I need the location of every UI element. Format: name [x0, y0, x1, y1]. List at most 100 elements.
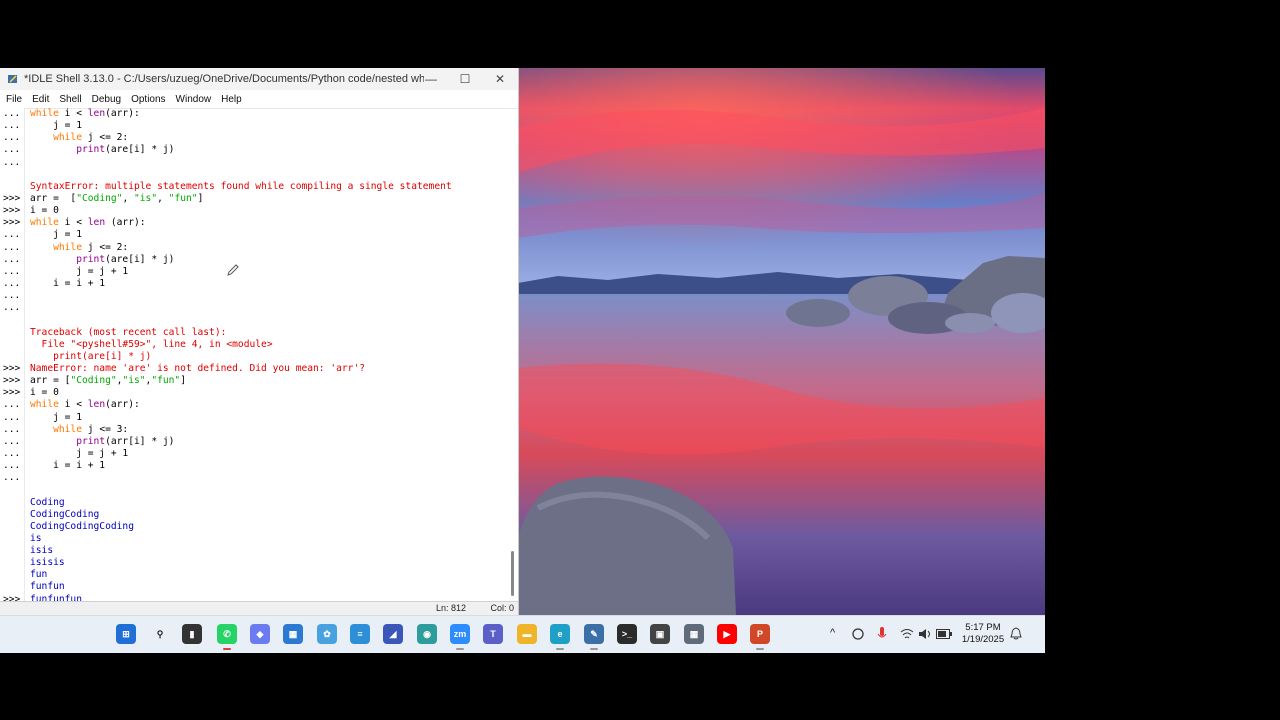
- shell-line: arr = ["Coding","is","fun"]: [30, 375, 508, 387]
- edge-alt-icon[interactable]: ◉: [417, 624, 437, 644]
- prompt-marker: >>>: [3, 192, 21, 204]
- wifi-icon[interactable]: [900, 628, 914, 640]
- prompt-marker: [0, 533, 24, 545]
- code-token: print: [76, 144, 106, 156]
- shell-line: File "<pyshell#59>", line 4, in <module>: [30, 339, 508, 351]
- code-token: Traceback (most recent call last):: [30, 326, 227, 338]
- powerpoint-icon[interactable]: P: [750, 624, 770, 644]
- clock[interactable]: 5:17 PM 1/19/2025: [958, 622, 1008, 646]
- terminal-icon[interactable]: >_: [617, 624, 637, 644]
- teams-icon[interactable]: T: [483, 624, 503, 644]
- zoom-icon[interactable]: zm: [450, 624, 470, 644]
- running-indicator: [556, 648, 564, 650]
- shell-line: Coding: [30, 497, 508, 509]
- code-token: CodingCodingCoding: [30, 520, 134, 532]
- code-token: "fun": [168, 192, 198, 204]
- prompt-marker: ...: [3, 290, 21, 302]
- menu-shell[interactable]: Shell: [59, 94, 81, 105]
- code-token: len: [87, 399, 106, 411]
- photos-icon[interactable]: ▣: [650, 624, 670, 644]
- code-token: is: [30, 532, 42, 544]
- prompt-marker: ...: [3, 411, 21, 423]
- battery-icon[interactable]: [936, 629, 952, 639]
- shell-line: arr = ["Coding", "is", "fun"]: [30, 193, 508, 205]
- prompt-marker: [0, 557, 24, 569]
- tray-chevron-icon[interactable]: ^: [830, 627, 835, 639]
- vscode-like-icon[interactable]: ◢: [383, 624, 403, 644]
- code-token: (arr):: [105, 399, 140, 411]
- notepad-icon[interactable]: ≡: [350, 624, 370, 644]
- shell-line: i = 0: [30, 205, 508, 217]
- whatsapp-icon[interactable]: ✆: [217, 624, 237, 644]
- calculator-icon[interactable]: ▦: [684, 624, 704, 644]
- code-token: "is": [134, 192, 158, 204]
- menu-window[interactable]: Window: [176, 94, 212, 105]
- code-token: "Coding": [70, 375, 117, 387]
- youtube-icon[interactable]: ▶: [717, 624, 737, 644]
- shell-line: CodingCoding: [30, 509, 508, 521]
- vertical-scrollbar[interactable]: [510, 108, 516, 601]
- code-token: arr = [: [30, 192, 77, 204]
- running-indicator: [456, 648, 464, 650]
- code-token: (arr):: [105, 108, 140, 119]
- idle-shell-window[interactable]: *IDLE Shell 3.13.0 - C:/Users/uzueg/OneD…: [0, 68, 519, 617]
- prompt-marker: ...: [3, 399, 21, 411]
- title-bar[interactable]: *IDLE Shell 3.13.0 - C:/Users/uzueg/OneD…: [0, 68, 518, 90]
- shell-line: funfun: [30, 581, 508, 593]
- shell-line: i = 0: [30, 387, 508, 399]
- file-explorer-dark-icon[interactable]: ▮: [182, 624, 202, 644]
- notification-bell-icon[interactable]: [1010, 627, 1022, 641]
- python-idle-icon[interactable]: ✎: [584, 624, 604, 644]
- prompt-marker: ...: [3, 302, 21, 314]
- code-token: j = j + 1: [30, 265, 129, 277]
- code-token: print(are[i] * j): [30, 350, 152, 362]
- code-token: j <= 3:: [82, 423, 129, 435]
- menu-debug[interactable]: Debug: [92, 94, 121, 105]
- start-icon[interactable]: ⊞: [116, 624, 136, 644]
- prompt-marker: [0, 569, 24, 581]
- copilot-icon[interactable]: ◆: [250, 624, 270, 644]
- code-token: j = 1: [30, 120, 82, 132]
- shell-line: while j <= 2:: [30, 242, 508, 254]
- code-token: Coding: [30, 496, 65, 508]
- shell-line: isisis: [30, 557, 508, 569]
- sync-icon[interactable]: [851, 627, 865, 641]
- minimize-button[interactable]: —: [414, 68, 448, 90]
- shell-line: Traceback (most recent call last):: [30, 327, 508, 339]
- menu-options[interactable]: Options: [131, 94, 165, 105]
- shell-line: j = j + 1: [30, 448, 508, 460]
- code-token: j <= 2:: [82, 241, 129, 253]
- shell-line: SyntaxError: multiple statements found w…: [30, 181, 508, 193]
- menu-file[interactable]: File: [6, 94, 22, 105]
- settings-icon[interactable]: ✿: [317, 624, 337, 644]
- edge-icon[interactable]: e: [550, 624, 570, 644]
- code-token: i <: [58, 108, 88, 119]
- code-token: ,: [122, 192, 134, 204]
- prompt-marker: [0, 497, 24, 509]
- close-button[interactable]: ✕: [483, 68, 517, 90]
- maximize-button[interactable]: ☐: [448, 68, 482, 90]
- microphone-icon[interactable]: [876, 626, 888, 642]
- prompt-marker: ...: [3, 472, 21, 484]
- code-token: (arr[i] * j): [105, 435, 175, 447]
- store-icon[interactable]: ▦: [283, 624, 303, 644]
- scrollbar-thumb[interactable]: [511, 551, 514, 596]
- code-token: i = i + 1: [30, 460, 106, 472]
- menu-edit[interactable]: Edit: [32, 94, 49, 105]
- shell-text-area[interactable]: while i < len(arr): j = 1 while j <= 2: …: [30, 108, 508, 617]
- search-icon[interactable]: ⚲: [150, 624, 170, 644]
- code-token: CodingCoding: [30, 508, 100, 520]
- volume-icon[interactable]: [918, 628, 932, 640]
- shell-line: j = j + 1: [30, 266, 508, 278]
- folder-icon[interactable]: ▬: [517, 624, 537, 644]
- code-token: File "<pyshell#59>", line 4, in <module>: [30, 338, 273, 350]
- shell-line: j = 1: [30, 120, 508, 132]
- menu-help[interactable]: Help: [221, 94, 242, 105]
